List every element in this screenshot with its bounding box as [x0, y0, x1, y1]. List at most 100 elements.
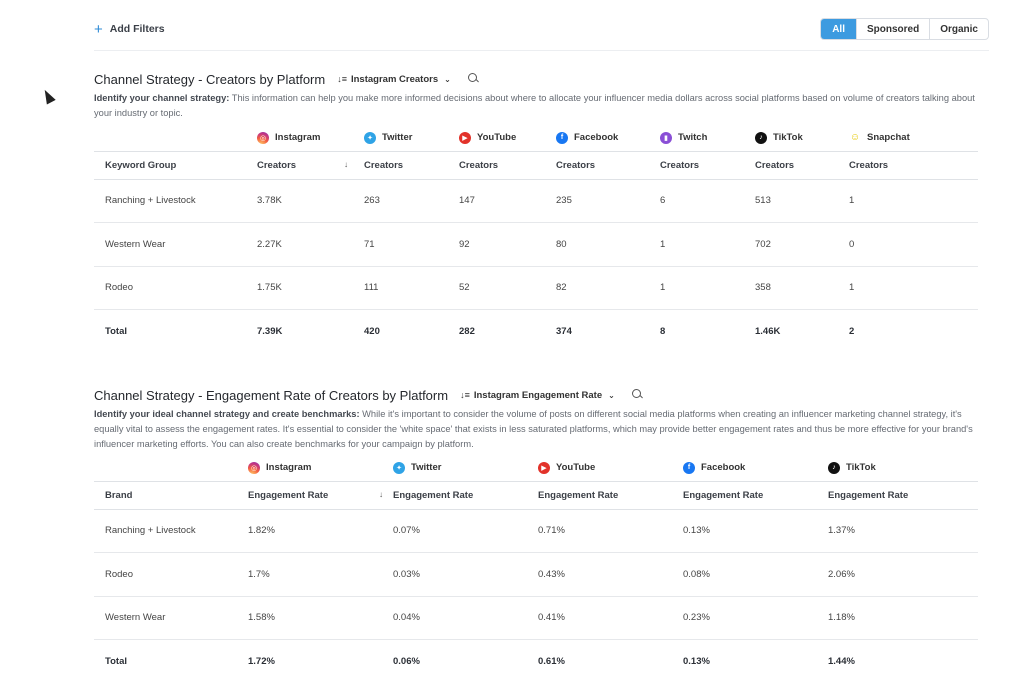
snapchat-icon: ☺: [849, 131, 861, 144]
platform-twitch: ▮ Twitch: [660, 131, 755, 144]
table-cell: 7.39K: [257, 326, 283, 337]
row-label: Ranching + Livestock: [94, 509, 248, 553]
column-header-engagement-rate[interactable]: Engagement Rate: [683, 480, 828, 510]
column-header-brand[interactable]: Brand: [94, 480, 248, 510]
filter-bar: + Add Filters All Sponsored Organic: [94, 14, 989, 44]
platform-youtube: ▶ YouTube: [538, 461, 683, 474]
table-cell: 374: [556, 326, 572, 337]
table-cell: 1.44%: [828, 656, 855, 667]
section-description: Identify your ideal channel strategy and…: [94, 407, 978, 455]
table-cell: 1.7%: [248, 552, 393, 597]
table-row: Western Wear 2.27K 71 92 80 1 702 0: [94, 222, 978, 267]
table-cell: 1: [849, 266, 978, 310]
platform-tiktok: ♪ TikTok: [828, 461, 978, 474]
column-header-creators[interactable]: Creators: [364, 150, 459, 180]
segment-all[interactable]: All: [821, 19, 856, 39]
section-description: Identify your channel strategy: This inf…: [94, 91, 978, 125]
add-filters-button[interactable]: + Add Filters: [94, 22, 165, 37]
segment-sponsored[interactable]: Sponsored: [855, 19, 929, 39]
section-title: Channel Strategy - Engagement Rate of Cr…: [94, 387, 449, 403]
table-cell: 0.13%: [683, 509, 828, 553]
facebook-icon: f: [683, 461, 695, 474]
search-icon[interactable]: [631, 389, 643, 401]
table-cell: 1: [849, 179, 978, 223]
table-cell: 420: [364, 326, 380, 337]
youtube-icon: ▶: [459, 131, 471, 144]
column-header-creators[interactable]: Creators: [755, 150, 849, 180]
platform-tiktok: ♪ TikTok: [755, 131, 849, 144]
content-type-toggle: All Sponsored Organic: [820, 18, 989, 40]
table-cell: 1: [660, 222, 755, 267]
youtube-icon: ▶: [538, 461, 550, 474]
table-row: Rodeo 1.75K 111 52 82 1 358 1: [94, 266, 978, 310]
table-cell: 282: [459, 326, 475, 337]
chevron-down-icon: ⌄: [608, 390, 615, 400]
row-label: Ranching + Livestock: [94, 179, 257, 223]
sort-dropdown-label: Instagram Engagement Rate: [473, 389, 603, 401]
platform-facebook: f Facebook: [683, 461, 828, 474]
twitch-icon: ▮: [660, 131, 672, 144]
column-header-creators[interactable]: Creators: [556, 150, 660, 180]
platform-instagram: ◎ Instagram: [257, 131, 364, 144]
sort-icon: ↓≡: [337, 74, 347, 84]
segment-organic[interactable]: Organic: [929, 19, 988, 39]
column-header-creators[interactable]: Creators: [849, 150, 978, 180]
column-header-engagement-rate[interactable]: Engagement Rate ↓: [248, 480, 393, 510]
table-cell: 0.04%: [393, 596, 538, 640]
table-cell: 0.08%: [683, 552, 828, 597]
table-cell: 0.71%: [538, 509, 683, 553]
row-label: Rodeo: [94, 266, 257, 310]
table-cell: 52: [459, 266, 556, 310]
table-row: Ranching + Livestock 3.78K 263 147 235 6 513 1: [94, 179, 978, 223]
creators-table: ◎ Instagram ✦ Twitter ▶ YouTube f Facebook ▮…: [94, 125, 978, 353]
column-header-creators[interactable]: Creators ↓: [257, 150, 364, 180]
sort-dropdown[interactable]: ↓≡ Instagram Engagement Rate ⌄: [460, 390, 615, 401]
sort-arrow-down-icon: ↓: [379, 489, 383, 499]
table-cell: 0: [849, 222, 978, 267]
row-label: Total: [105, 326, 127, 337]
creators-by-platform-section: Channel Strategy - Creators by Platform …: [94, 70, 978, 353]
tiktok-icon: ♪: [755, 131, 767, 144]
platform-row: ◎ Instagram ✦ Twitter ▶ YouTube f Facebook ▮…: [94, 125, 978, 151]
row-label: Western Wear: [94, 596, 248, 640]
table-cell: 0.43%: [538, 552, 683, 597]
sort-dropdown-label: Instagram Creators: [350, 73, 439, 85]
table-cell: 0.03%: [393, 552, 538, 597]
table-cell: 1.75K: [257, 266, 364, 310]
table-row: Ranching + Livestock 1.82% 0.07% 0.71% 0.13%…: [94, 509, 978, 553]
table-body: Ranching + Livestock 3.78K 263 147 235 6 513 1 W…: [94, 179, 978, 353]
table-cell: 1.82%: [248, 509, 393, 553]
table-cell: 3.78K: [257, 179, 364, 223]
table-cell: 71: [364, 222, 459, 267]
mouse-cursor: [40, 87, 56, 105]
instagram-icon: ◎: [248, 461, 260, 474]
platform-facebook: f Facebook: [556, 131, 660, 144]
table-cell: 1.46K: [755, 326, 781, 337]
table-cell: 0.41%: [538, 596, 683, 640]
twitter-icon: ✦: [364, 131, 376, 144]
table-row: Western Wear 1.58% 0.04% 0.41% 0.23% 1.18%: [94, 596, 978, 640]
column-header-engagement-rate[interactable]: Engagement Rate: [538, 480, 683, 510]
table-cell: 1.37%: [828, 509, 978, 553]
tiktok-icon: ♪: [828, 461, 840, 474]
table-body: Ranching + Livestock 1.82% 0.07% 0.71% 0.13%…: [94, 509, 978, 683]
platform-twitter: ✦ Twitter: [393, 461, 538, 474]
search-icon[interactable]: [467, 73, 479, 85]
column-header-engagement-rate[interactable]: Engagement Rate: [828, 480, 978, 510]
column-header-keyword-group[interactable]: Keyword Group: [94, 150, 257, 180]
table-cell: 2: [849, 326, 855, 337]
column-header-engagement-rate[interactable]: Engagement Rate: [393, 480, 538, 510]
table-cell: 702: [755, 222, 849, 267]
table-cell: 92: [459, 222, 556, 267]
description-lead: Identify your channel strategy:: [94, 93, 230, 103]
column-header-creators[interactable]: Creators: [459, 150, 556, 180]
sort-dropdown[interactable]: ↓≡ Instagram Creators ⌄: [337, 74, 451, 85]
table-cell: 80: [556, 222, 660, 267]
column-header-creators[interactable]: Creators: [660, 150, 755, 180]
table-cell: 1: [660, 266, 755, 310]
table-cell: 8: [660, 326, 666, 337]
table-total-row: Total 7.39K 420 282 374 8 1.46K 2: [94, 310, 978, 354]
chevron-down-icon: ⌄: [444, 74, 451, 84]
plus-icon: +: [94, 20, 103, 38]
table-cell: 0.23%: [683, 596, 828, 640]
